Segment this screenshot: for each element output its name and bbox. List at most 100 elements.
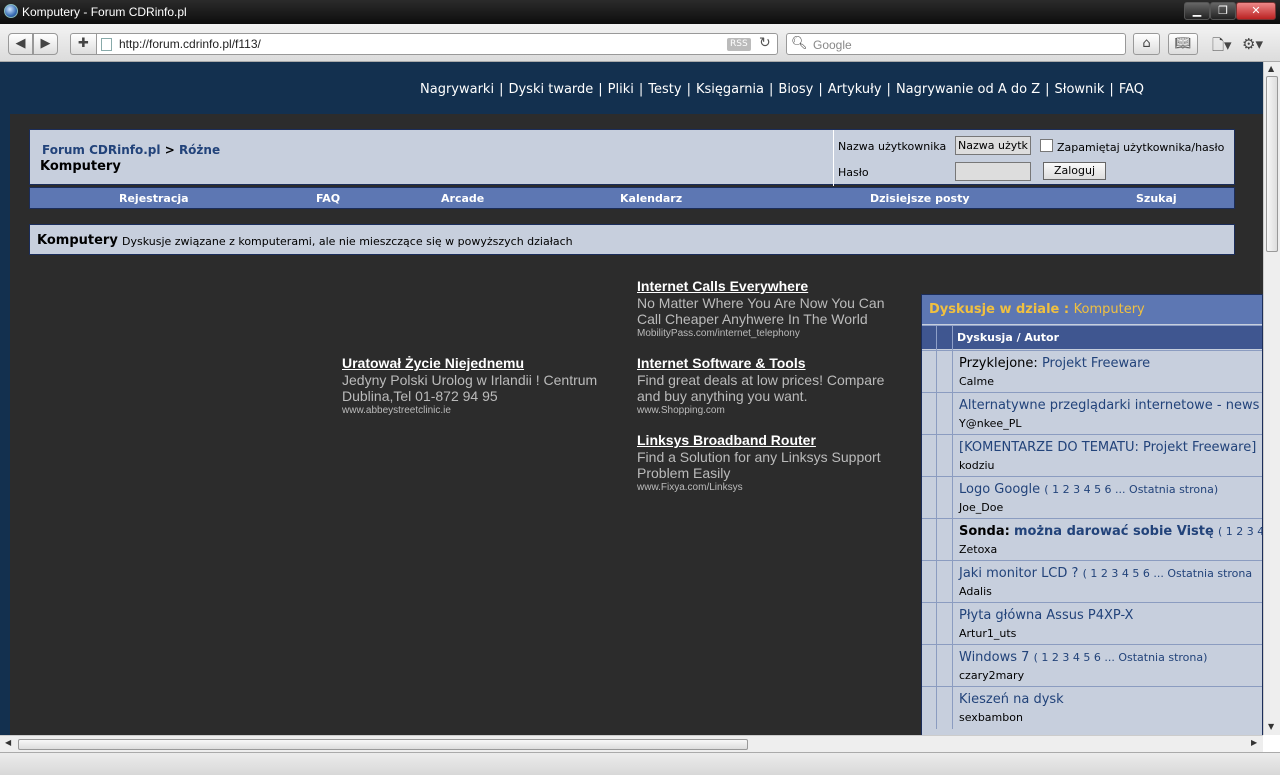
topic-author[interactable]: czary2mary (959, 669, 1024, 682)
topic-pagination[interactable]: ( 1 2 3 4 (1218, 525, 1262, 538)
site-nav-link[interactable]: Słownik (1055, 82, 1105, 97)
remember-checkbox[interactable] (1040, 139, 1053, 152)
new-tab-button[interactable]: ✚ (70, 33, 96, 55)
topic-author[interactable]: Artur1_uts (959, 627, 1016, 640)
page-menu-icon[interactable]: 🗋▾ (1212, 35, 1232, 60)
forward-button[interactable]: ▶ (33, 33, 58, 55)
ad-url[interactable]: www.Shopping.com (637, 404, 902, 417)
topic-title-link[interactable]: Kieszeń na dysk (959, 692, 1064, 707)
close-button[interactable]: ✕ (1236, 2, 1276, 20)
password-input[interactable] (955, 162, 1031, 181)
topic-author[interactable]: Calme (959, 375, 994, 388)
breadcrumb-parent-link[interactable]: Różne (179, 143, 220, 157)
address-bar[interactable]: http://forum.cdrinfo.pl/f113/ RSS ↻ (96, 33, 778, 55)
topic-title-line: Alternatywne przeglądarki internetowe - … (959, 398, 1259, 413)
menu-item[interactable]: Dzisiejsze posty (870, 192, 970, 205)
ad-block[interactable]: Internet Calls Everywhere No Matter Wher… (637, 278, 902, 340)
reload-icon[interactable]: ↻ (759, 35, 771, 51)
home-button[interactable]: ⌂ (1133, 33, 1160, 55)
password-label: Hasło (838, 166, 869, 179)
topic-title-link[interactable]: Projekt Freeware (1042, 356, 1150, 371)
site-nav-link[interactable]: FAQ (1119, 82, 1144, 97)
scroll-up-arrow-icon[interactable]: ▲ (1268, 64, 1274, 73)
topic-title-link[interactable]: Windows 7 (959, 650, 1029, 665)
topic-author[interactable]: Adalis (959, 585, 992, 598)
site-nav-link[interactable]: Dyski twarde (508, 82, 593, 97)
topic-author[interactable]: kodziu (959, 459, 995, 472)
username-label: Nazwa użytkownika (838, 140, 947, 153)
topic-column-label[interactable]: Dyskusja / Autor (957, 331, 1059, 344)
ad-title-link[interactable]: Internet Calls Everywhere (637, 278, 902, 295)
menu-item[interactable]: Szukaj (1136, 192, 1177, 205)
username-input[interactable]: Nazwa użytk (955, 136, 1031, 155)
status-cell (922, 687, 937, 729)
site-nav-link[interactable]: Nagrywarki (420, 82, 494, 97)
status-cell (922, 393, 937, 435)
topic-title-link[interactable]: można darować sobie Vistę (1014, 524, 1214, 539)
nav-separator: | (499, 82, 504, 97)
menu-item[interactable]: Kalendarz (620, 192, 682, 205)
bookmarks-button[interactable]: 📖︎ (1168, 33, 1198, 55)
page-icon (101, 38, 112, 51)
login-form: Nazwa użytkownika Nazwa użytk Zapamiętaj… (833, 130, 1236, 186)
topic-pagination[interactable]: ( 1 2 3 4 5 6 ... Ostatnia strona (1083, 567, 1253, 580)
topic-pagination[interactable]: ( 1 2 3 4 5 6 ... Ostatnia strona) (1034, 651, 1208, 664)
topic-pagination[interactable]: ( 1 2 3 4 5 6 ... Ostatnia strona) (1044, 483, 1218, 496)
search-box[interactable]: 🔍︎ Google (786, 33, 1126, 55)
topic-author[interactable]: sexbambon (959, 711, 1023, 724)
gear-icon[interactable]: ⚙▾ (1242, 35, 1263, 53)
window-titlebar: Komputery - Forum CDRinfo.pl ▁ ❐ ✕ (0, 0, 1280, 24)
ad-title-link[interactable]: Internet Software & Tools (637, 355, 902, 372)
ad-title-link[interactable]: Linksys Broadband Router (637, 432, 902, 449)
site-nav-link[interactable]: Pliki (608, 82, 634, 97)
site-nav-link[interactable]: Księgarnia (696, 82, 764, 97)
horizontal-scrollbar[interactable]: ◀ ▶ (0, 735, 1263, 752)
ad-url[interactable]: www.Fixya.com/Linksys (637, 481, 902, 494)
rss-button[interactable]: RSS (727, 38, 751, 51)
site-nav-link[interactable]: Biosy (778, 82, 813, 97)
topic-title-link[interactable]: Logo Google (959, 482, 1040, 497)
vertical-scroll-thumb[interactable] (1266, 76, 1278, 252)
icon-cell (937, 393, 953, 435)
status-cell (922, 519, 937, 561)
site-nav-link[interactable]: Testy (648, 82, 681, 97)
ad-url[interactable]: www.abbeystreetclinic.ie (342, 404, 612, 417)
topic-title-link[interactable]: [KOMENTARZE DO TEMATU: Projekt Freeware] (959, 440, 1256, 455)
ad-block[interactable]: Internet Software & Tools Find great dea… (637, 355, 902, 417)
nav-separator: | (818, 82, 823, 97)
vertical-scrollbar[interactable]: ▲ ▼ (1263, 62, 1280, 735)
remember-label: Zapamiętaj użytkownika/hasło (1057, 141, 1225, 154)
site-nav-link[interactable]: Nagrywanie od A do Z (896, 82, 1040, 97)
scroll-right-arrow-icon[interactable]: ▶ (1251, 738, 1257, 747)
login-button[interactable]: Zaloguj (1043, 162, 1106, 180)
ad-block[interactable]: Uratował Życie Niejednemu Jedyny Polski … (342, 355, 612, 417)
minimize-button[interactable]: ▁ (1184, 2, 1210, 20)
topic-author[interactable]: Joe_Doe (959, 501, 1003, 514)
topic-title-line: Jaki monitor LCD ? ( 1 2 3 4 5 6 ... Ost… (959, 566, 1252, 581)
breadcrumb-root-link[interactable]: Forum CDRinfo.pl (42, 143, 161, 157)
menu-item[interactable]: Arcade (441, 192, 484, 205)
topic-author[interactable]: Y@nkee_PL (959, 417, 1021, 430)
maximize-button[interactable]: ❐ (1210, 2, 1236, 20)
topic-title-line: Sonda: można darować sobie Vistę ( 1 2 3… (959, 524, 1262, 539)
scroll-left-arrow-icon[interactable]: ◀ (5, 738, 11, 747)
nav-separator: | (598, 82, 603, 97)
site-nav-link[interactable]: Artykuły (828, 82, 882, 97)
topic-title-link[interactable]: Jaki monitor LCD ? (959, 566, 1078, 581)
ad-url[interactable]: MobilityPass.com/internet_telephony (637, 327, 902, 340)
ad-title-link[interactable]: Uratował Życie Niejednemu (342, 355, 612, 372)
menu-item[interactable]: FAQ (316, 192, 340, 205)
scroll-down-arrow-icon[interactable]: ▼ (1268, 722, 1274, 731)
topic-author[interactable]: Zetoxa (959, 543, 997, 556)
status-cell (922, 351, 937, 393)
menu-item[interactable]: Rejestracja (119, 192, 189, 205)
topic-title-line: Kieszeń na dysk (959, 692, 1064, 707)
back-button[interactable]: ◀ (8, 33, 33, 55)
breadcrumb: Forum CDRinfo.pl > Różne (42, 143, 220, 157)
topic-title-link[interactable]: Płyta główna Assus P4XP-X (959, 608, 1133, 623)
search-placeholder[interactable]: Google (813, 38, 852, 52)
ad-block[interactable]: Linksys Broadband Router Find a Solution… (637, 432, 902, 494)
horizontal-scroll-thumb[interactable] (18, 739, 748, 750)
topic-title-link[interactable]: Alternatywne przeglądarki internetowe - … (959, 398, 1259, 413)
address-text[interactable]: http://forum.cdrinfo.pl/f113/ (119, 37, 261, 51)
